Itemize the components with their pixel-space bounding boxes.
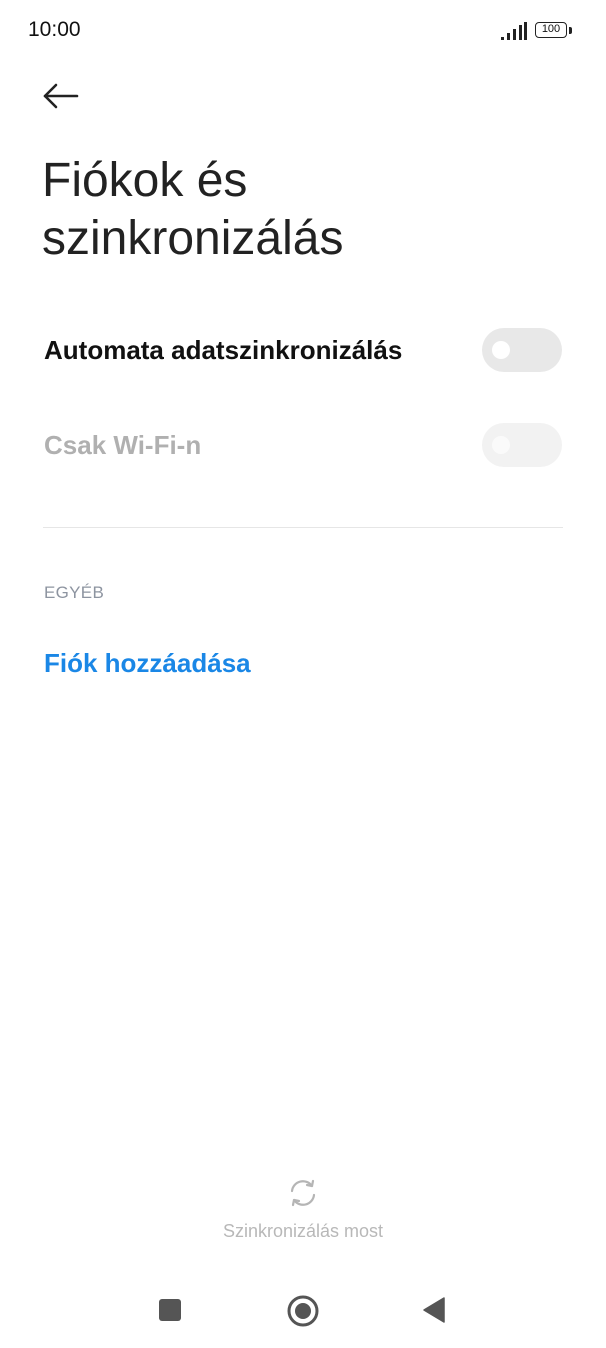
auto-sync-row[interactable]: Automata adatszinkronizálás (44, 325, 562, 375)
back-button[interactable] (34, 72, 88, 120)
add-account-link[interactable]: Fiók hozzáadása (44, 648, 251, 679)
signal-icon (501, 22, 527, 40)
sync-icon (290, 1179, 316, 1207)
divider (43, 527, 563, 528)
toggle-knob (492, 341, 510, 359)
arrow-left-icon (43, 83, 79, 109)
battery-icon: 100 (535, 22, 567, 38)
home-icon (287, 1295, 319, 1327)
sync-now-button[interactable]: Szinkronizálás most (203, 1175, 403, 1242)
recent-apps-button[interactable] (150, 1290, 190, 1330)
wifi-only-row: Csak Wi-Fi-n (44, 420, 562, 470)
back-icon (423, 1297, 445, 1323)
status-time: 10:00 (28, 18, 81, 41)
wifi-only-toggle (482, 423, 562, 467)
battery-level: 100 (541, 23, 561, 35)
section-header-other: EGYÉB (44, 583, 105, 602)
page-title: Fiókok és szinkronizálás (42, 152, 562, 268)
toggle-knob (492, 436, 510, 454)
navigation-bar (0, 1280, 606, 1340)
recent-apps-icon (159, 1299, 181, 1321)
page-title-line1: Fiókok és (42, 154, 248, 207)
sync-now-label: Szinkronizálás most (222, 1221, 384, 1241)
home-button[interactable] (282, 1290, 324, 1332)
battery-tip (569, 27, 572, 34)
page-title-line2: szinkronizálás (42, 212, 344, 265)
auto-sync-label: Automata adatszinkronizálás (44, 334, 403, 365)
wifi-only-label: Csak Wi-Fi-n (44, 429, 202, 460)
nav-back-button[interactable] (414, 1290, 454, 1330)
status-bar: 10:00 100 (0, 0, 606, 62)
auto-sync-toggle[interactable] (482, 328, 562, 372)
